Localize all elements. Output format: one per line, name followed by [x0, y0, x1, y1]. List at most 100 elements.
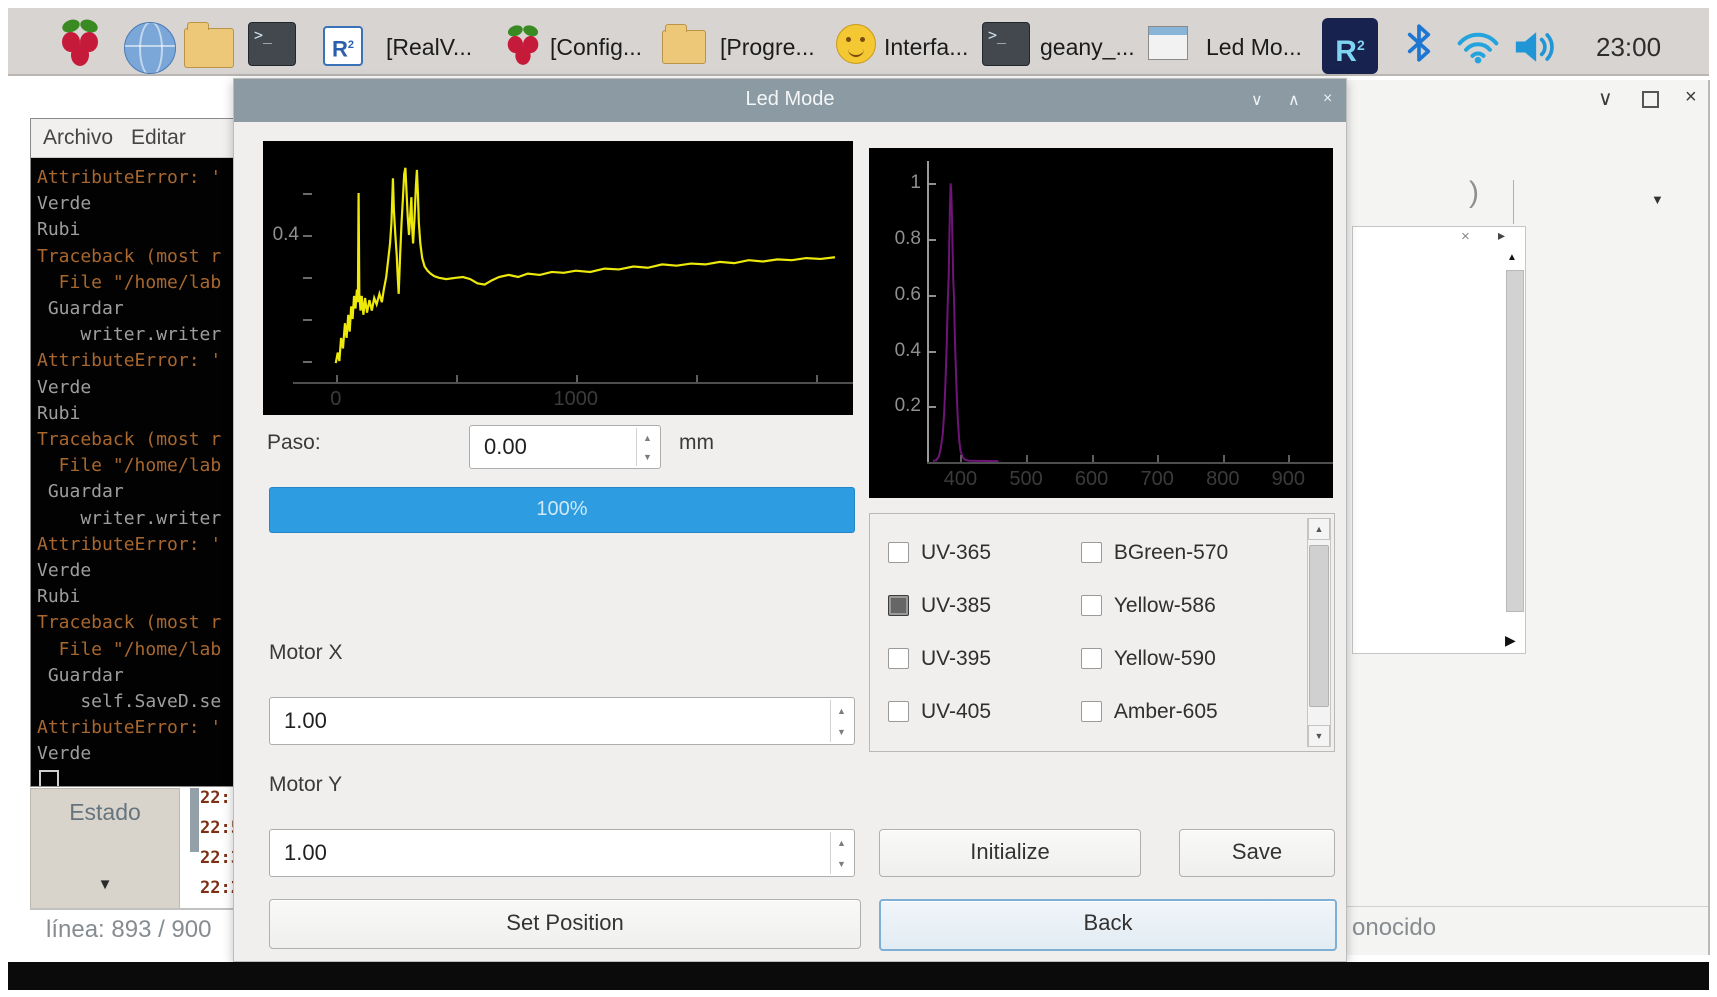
- message-scrollbar[interactable]: [190, 788, 199, 852]
- taskbar-task-progre[interactable]: [662, 30, 706, 64]
- close-icon[interactable]: ×: [1323, 90, 1332, 108]
- taskbar-task-realvnc[interactable]: R2: [323, 26, 363, 66]
- checkbox-checked-icon[interactable]: [888, 595, 909, 616]
- background-window[interactable]: ∨ × ) ▼ × ▸ ▲ ▶ onocido: [1345, 80, 1710, 955]
- spin-down-icon[interactable]: ▼: [837, 859, 846, 869]
- close-icon[interactable]: ×: [1685, 86, 1697, 109]
- raspberry-icon: [504, 26, 541, 69]
- terminal-cursor: [39, 770, 59, 786]
- led-checkbox-yellow-590[interactable]: Yellow-590: [1081, 632, 1284, 685]
- led-checkbox-uv-405[interactable]: UV-405: [888, 685, 1047, 738]
- raspberry-menu-icon[interactable]: [58, 20, 102, 70]
- scroll-up-icon[interactable]: ▲: [1308, 518, 1330, 540]
- minimize-icon[interactable]: ∨: [1251, 90, 1263, 110]
- scrollbar-thumb[interactable]: [1309, 545, 1329, 707]
- taskbar-clock: 23:00: [1596, 32, 1661, 63]
- spin-down-icon[interactable]: ▼: [643, 452, 652, 462]
- x-axis: [293, 382, 853, 384]
- back-button[interactable]: Back: [879, 899, 1337, 951]
- paso-unit-label: mm: [679, 431, 714, 455]
- taskbar: >_ R2 [RealV... [Config... [Progre... In…: [8, 8, 1709, 76]
- menu-archivo[interactable]: Archivo: [43, 126, 113, 150]
- checkbox-label: Yellow-586: [1114, 594, 1216, 618]
- toolbar-divider: [1513, 180, 1514, 224]
- spinner-arrows[interactable]: ▲▼: [830, 832, 852, 874]
- realvnc-tray-icon[interactable]: R2: [1322, 18, 1378, 74]
- checkbox-unchecked-icon[interactable]: [888, 542, 909, 563]
- task-label-progre[interactable]: [Progre...: [720, 34, 815, 61]
- estado-tab[interactable]: Estado ▼: [30, 788, 180, 910]
- checkbox-label: UV-365: [921, 541, 991, 565]
- sidebar-panel[interactable]: [1352, 226, 1526, 654]
- statusbar-divider: [30, 908, 235, 910]
- maximize-icon[interactable]: ∧: [1288, 90, 1300, 110]
- checkbox-unchecked-icon[interactable]: [888, 701, 909, 722]
- task-label-config[interactable]: [Config...: [550, 34, 642, 61]
- set-position-button[interactable]: Set Position: [269, 899, 861, 949]
- dialog-titlebar[interactable]: Led Mode ∨ ∧ ×: [234, 79, 1346, 122]
- checkbox-unchecked-icon[interactable]: [888, 648, 909, 669]
- y-tick: [929, 183, 936, 185]
- checkbox-unchecked-icon[interactable]: [1081, 595, 1102, 616]
- taskbar-task-ledmode[interactable]: [1148, 26, 1188, 60]
- taskbar-task-geany[interactable]: >_: [982, 22, 1030, 66]
- maximize-icon[interactable]: [1642, 91, 1659, 108]
- task-label-realvnc[interactable]: [RealV...: [386, 34, 472, 61]
- led-checkbox-uv-385[interactable]: UV-385: [888, 579, 1047, 632]
- checkbox-unchecked-icon[interactable]: [1081, 701, 1102, 722]
- spinner-arrows[interactable]: ▲▼: [636, 428, 658, 466]
- file-manager-icon[interactable]: [184, 28, 234, 68]
- checkbox-unchecked-icon[interactable]: [1081, 542, 1102, 563]
- spinner-arrows[interactable]: ▲▼: [830, 700, 852, 742]
- y-tick: [929, 406, 936, 408]
- spectrum-plot: 4005006007008009000.20.40.60.81: [869, 148, 1333, 498]
- checkbox-unchecked-icon[interactable]: [1081, 648, 1102, 669]
- task-label-ledmode[interactable]: Led Mo...: [1206, 34, 1302, 61]
- x-tick-label: 1000: [554, 388, 599, 411]
- paso-input[interactable]: 0.00 ▲▼: [469, 425, 661, 469]
- x-tick: [336, 375, 338, 382]
- chevron-down-icon[interactable]: ▼: [31, 876, 179, 893]
- dropdown-arrow-icon[interactable]: ▼: [1651, 192, 1664, 207]
- panel-close-icon[interactable]: ×: [1461, 228, 1470, 245]
- led-checkbox-uv-395[interactable]: UV-395: [888, 632, 1047, 685]
- x-tick-label: 0: [330, 388, 341, 411]
- paso-label: Paso:: [267, 431, 321, 455]
- panel-scrollbar-thumb[interactable]: [1506, 270, 1524, 612]
- raspberry-icon: [58, 20, 102, 70]
- save-button[interactable]: Save: [1179, 829, 1335, 877]
- y-tick: [303, 361, 312, 363]
- bluetooth-icon[interactable]: [1406, 24, 1432, 67]
- bottom-screen-bar: [8, 962, 1709, 990]
- led-panel-scrollbar[interactable]: ▲ ▼: [1307, 518, 1331, 747]
- motor-x-input[interactable]: 1.00 ▲▼: [269, 697, 855, 745]
- terminal-launcher-icon[interactable]: >_: [248, 22, 296, 66]
- taskbar-task-config[interactable]: [501, 22, 545, 72]
- chevron-right-icon[interactable]: ▸: [1498, 227, 1505, 244]
- web-browser-icon[interactable]: [124, 22, 176, 74]
- spin-up-icon[interactable]: ▲: [643, 433, 652, 443]
- x-tick-label: 900: [1272, 468, 1305, 491]
- window-icon: [1148, 26, 1188, 60]
- led-checkbox-amber-605[interactable]: Amber-605: [1081, 685, 1284, 738]
- taskbar-task-interfa[interactable]: [836, 24, 876, 64]
- led-checkbox-yellow-586[interactable]: Yellow-586: [1081, 579, 1284, 632]
- motor-y-input[interactable]: 1.00 ▲▼: [269, 829, 855, 877]
- scroll-up-icon[interactable]: ▲: [1507, 252, 1517, 263]
- menu-editar[interactable]: Editar: [131, 126, 186, 150]
- scroll-down-icon[interactable]: ▼: [1308, 725, 1330, 747]
- tab-scroll-right-icon[interactable]: ▶: [1505, 632, 1516, 649]
- spin-down-icon[interactable]: ▼: [837, 727, 846, 737]
- led-checkbox-bgreen-570[interactable]: BGreen-570: [1081, 526, 1284, 579]
- spin-up-icon[interactable]: ▲: [837, 838, 846, 848]
- motor-x-value: 1.00: [284, 708, 327, 734]
- task-label-interfa[interactable]: Interfa...: [884, 34, 968, 61]
- minimize-icon[interactable]: ∨: [1598, 86, 1613, 111]
- initialize-button[interactable]: Initialize: [879, 829, 1141, 877]
- wifi-icon[interactable]: [1456, 30, 1500, 69]
- volume-icon[interactable]: [1514, 28, 1562, 71]
- led-checkbox-uv-365[interactable]: UV-365: [888, 526, 1047, 579]
- spin-up-icon[interactable]: ▲: [837, 706, 846, 716]
- y-tick: [929, 295, 936, 297]
- task-label-geany[interactable]: geany_...: [1040, 34, 1135, 61]
